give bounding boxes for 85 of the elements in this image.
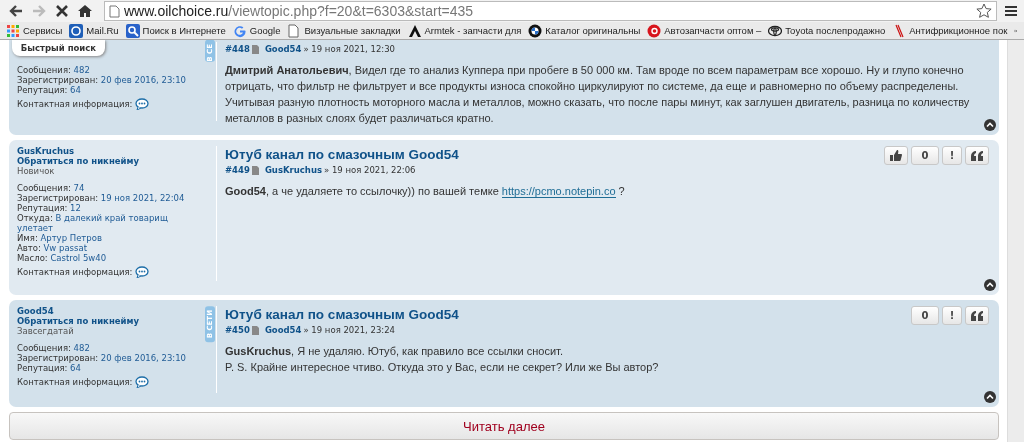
ring-icon: [647, 23, 662, 38]
stop-icon[interactable]: [54, 3, 70, 19]
post-title[interactable]: Ютуб канал по смазочным Good54: [225, 146, 459, 163]
post-date: » 19 ноя 2021, 12:30: [303, 44, 395, 54]
bookmark[interactable]: Каталог оригинальны: [528, 23, 641, 38]
user-rank: Новичок: [17, 166, 56, 177]
quote-button[interactable]: [965, 306, 989, 325]
username-link[interactable]: Good54: [17, 306, 204, 316]
profile-field: Зарегистрирован: 19 ноя 2021, 22:04: [17, 193, 204, 203]
quote-button[interactable]: [965, 146, 989, 165]
search-icon: [125, 23, 140, 38]
profile-field: Сообщения: 482: [17, 343, 204, 353]
report-button[interactable]: !: [942, 306, 962, 325]
profile-field: Репутация: 12: [17, 203, 204, 213]
post-text: P. S. Крайне интересное чтиво. Откуда это у Вас, если не секрет? Или же Вы автор?: [225, 360, 660, 375]
username-link[interactable]: GusKruchus: [17, 146, 204, 156]
bookmark[interactable]: Google: [232, 23, 281, 38]
post-number-link[interactable]: #450: [225, 325, 250, 335]
read-more-button[interactable]: Читать далее: [9, 412, 999, 440]
rating-button[interactable]: 0: [911, 306, 939, 325]
scroll-top-icon[interactable]: [984, 119, 996, 131]
report-button[interactable]: !: [942, 146, 962, 165]
scrollbar[interactable]: [1007, 40, 1024, 442]
bookmark[interactable]: Поиск в Интернете: [125, 23, 226, 38]
post-title[interactable]: Ютуб канал по смазочным Good54: [225, 306, 459, 323]
profile-field: Зарегистрирован: 20 фев 2016, 23:10: [17, 353, 204, 363]
bookmark[interactable]: Визуальные закладки: [287, 23, 401, 38]
url-text: www.oilchoice.ru/viewtopic.php?f=20&t=6303&start=435: [124, 3, 474, 19]
document-icon[interactable]: [251, 325, 259, 335]
post-number-link[interactable]: #449: [225, 165, 250, 175]
author-link[interactable]: Good54: [264, 44, 302, 54]
bookmark[interactable]: Автозапчасти оптом –: [647, 23, 762, 38]
mention-link[interactable]: Обратиться по никнейму: [17, 156, 204, 166]
post-link[interactable]: https://pcmo.notepin.co: [501, 185, 616, 198]
quote-icon: [971, 310, 983, 321]
profile-field: Репутация: 64: [17, 85, 204, 95]
like-button[interactable]: [884, 146, 908, 165]
contact-label: Контактная информация:: [17, 267, 133, 277]
home-icon[interactable]: [77, 3, 93, 19]
post-text: GusKruchus, Я не удаляю. Ютуб, как правило все ссылки сносит.: [225, 344, 564, 359]
profile-field: Имя: Артур Петров: [17, 233, 204, 243]
page-icon: [109, 4, 120, 18]
menu-icon[interactable]: [1004, 4, 1018, 18]
scroll-top-icon[interactable]: [984, 279, 996, 291]
author-link[interactable]: Good54: [264, 325, 302, 335]
bookmark[interactable]: Mail.Ru: [69, 23, 119, 38]
apps-grid-icon: [6, 23, 20, 38]
profile-field: Сообщения: 482: [17, 65, 204, 75]
bookmark[interactable]: Toyota послепродажно: [768, 23, 886, 38]
quote-icon: [971, 150, 983, 161]
profile-field: Зарегистрирован: 20 фев 2016, 23:10: [17, 75, 204, 85]
post-number-link[interactable]: #448: [225, 44, 250, 54]
quick-search-tab[interactable]: Быстрый поиск: [12, 40, 105, 56]
back-icon[interactable]: [8, 3, 24, 19]
bookmark[interactable]: Антифрикционное пок: [892, 23, 1008, 38]
profile-field: Откуда: В далекий край товарищ улетает: [17, 213, 204, 233]
contact-label: Контактная информация:: [17, 99, 133, 109]
post-text: Good54, а че удаляете то ссылочку)) по вашей темке: [225, 185, 500, 197]
scroll-top-icon[interactable]: [984, 391, 996, 403]
user-rank: Завсегдатай: [17, 326, 75, 337]
speech-bubble-icon[interactable]: [135, 98, 150, 110]
contact-label: Контактная информация:: [17, 377, 133, 387]
post-date: » 19 ноя 2021, 23:24: [303, 325, 395, 335]
ellipse-emblem-icon: [768, 23, 783, 38]
address-bar[interactable]: www.oilchoice.ru/viewtopic.php?f=20&t=6303&start=435: [104, 1, 997, 21]
letter-g-icon: [232, 23, 247, 38]
star-icon[interactable]: [976, 3, 992, 19]
post-text: Дмитрий Анатольевич, Видел где то анализ Куппера при пробеге в 50 000 км. Там вроде по всем параметрам все хорошо. Ну и глупо конечно отрицать, что фильтр не фильтрует и все продукты износа спокойно циркулируют по системе, да еще и равномерно по объему распределены. Учитывая разную плотность моторного масла и металлов, можно сказать, что после пары минут, как заглушен двигатель, разница по количеству металлов в разных слоях будет различаться кратно.: [225, 63, 971, 126]
author-link[interactable]: GusKruchus: [264, 165, 322, 175]
document-icon[interactable]: [251, 44, 259, 54]
document-icon[interactable]: [251, 165, 259, 175]
speech-bubble-icon[interactable]: [135, 376, 150, 388]
rating-button[interactable]: 0: [911, 146, 939, 165]
bookmark[interactable]: Armtek - запчасти для: [407, 23, 522, 38]
bookmark[interactable]: Сервисы: [6, 23, 63, 38]
post-date: » 19 ноя 2021, 22:06: [324, 165, 416, 175]
profile-field: Сообщения: 74: [17, 183, 204, 193]
post-text: ?: [617, 185, 625, 197]
roundel-icon: [528, 23, 543, 38]
profile-field: Репутация: 64: [17, 363, 204, 373]
mention-link[interactable]: Обратиться по никнейму: [17, 316, 204, 326]
speech-bubble-icon[interactable]: [135, 266, 150, 278]
profile-field: Авто: Vw passat: [17, 243, 204, 253]
thumbs-up-icon: [890, 150, 902, 161]
profile-field: Масло: Castrol 5w40: [17, 253, 204, 263]
